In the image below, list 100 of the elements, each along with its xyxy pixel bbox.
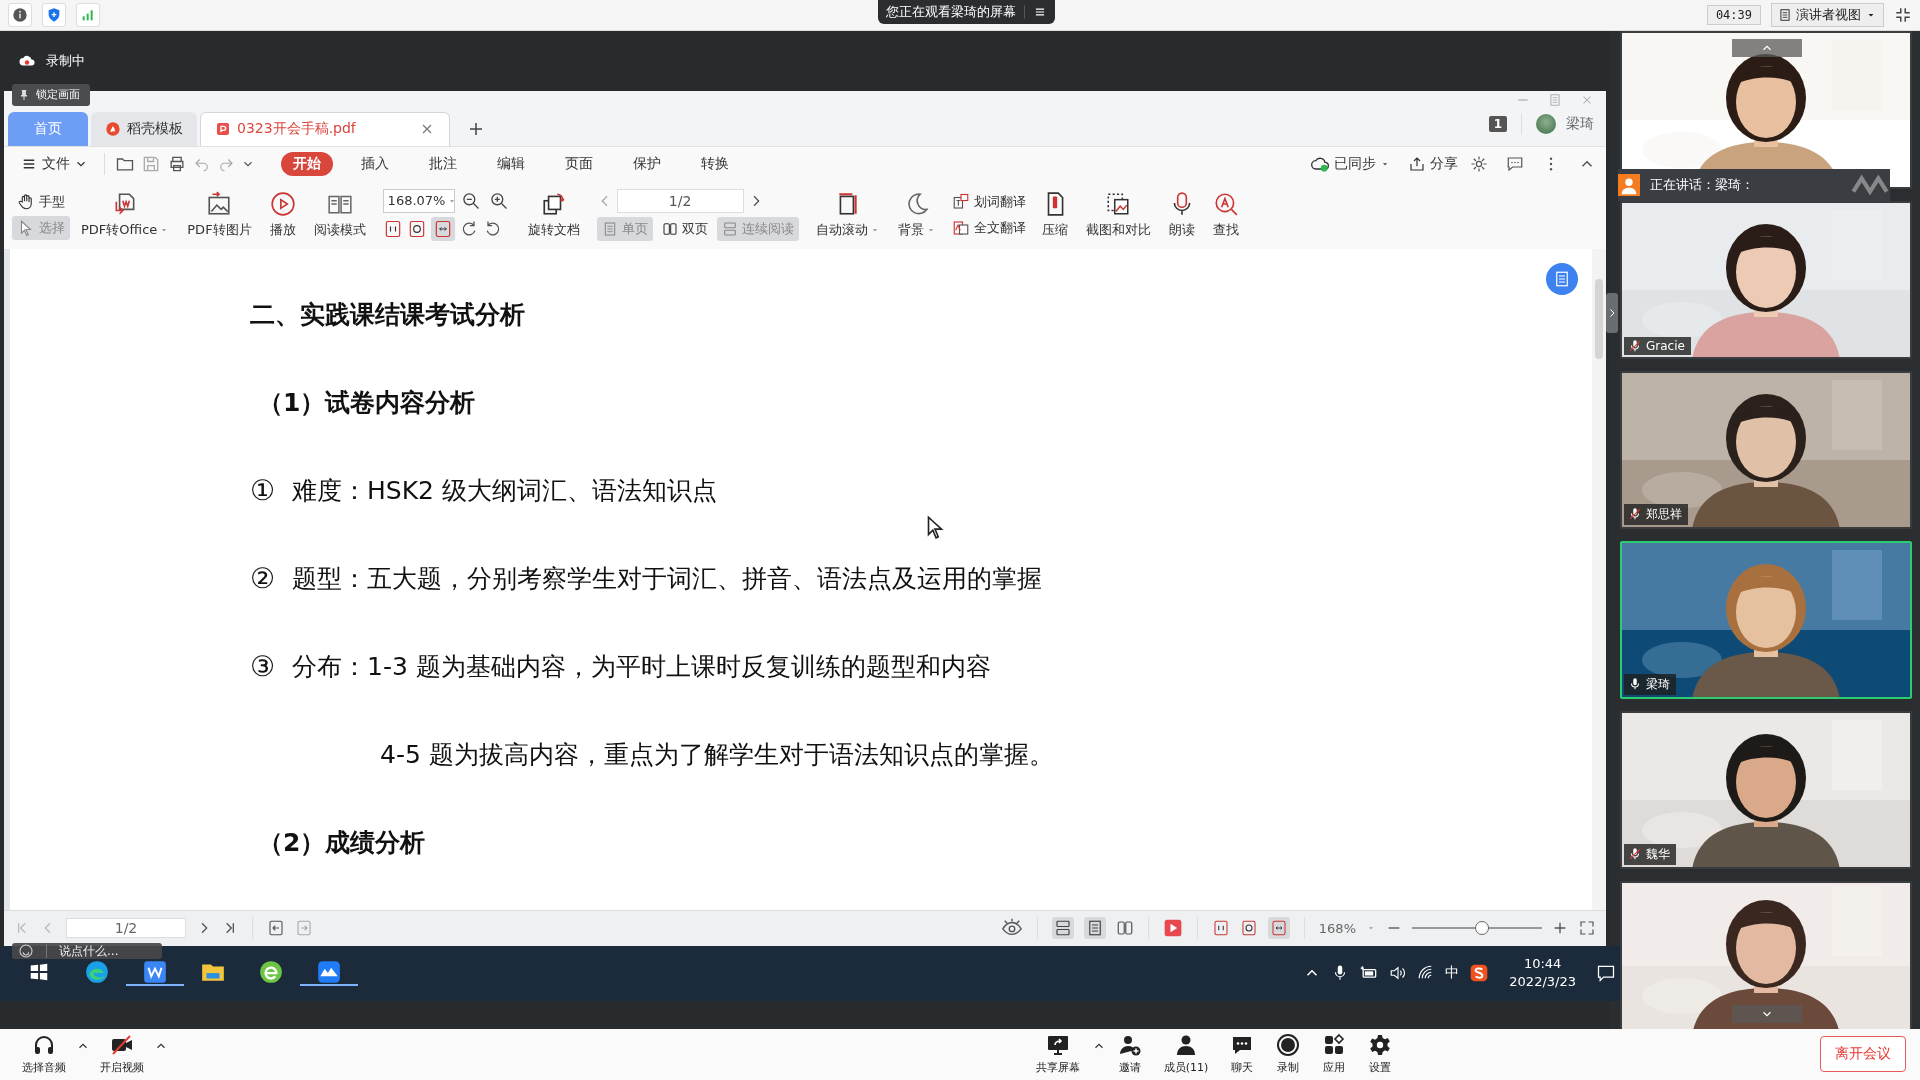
video-tile[interactable]: 魏华 (1620, 710, 1912, 869)
play-icon (269, 190, 296, 217)
page-field[interactable]: 1/2 (616, 188, 744, 213)
user-avatar[interactable] (1536, 113, 1556, 134)
meeting-control[interactable]: 聊天 (1220, 1033, 1265, 1076)
tool-button[interactable]: 手型 (12, 189, 70, 214)
participant-name: 郑思祥 (1646, 505, 1682, 523)
item-number: ③ (250, 650, 277, 683)
item-text: 题型：五大题，分别考察学生对于词汇、拼音、语法点及运用的掌握 (292, 563, 1042, 595)
back-icon[interactable] (267, 919, 285, 938)
item-text: 分布：1-3 题为基础内容，为平时上课时反复训练的题型和内容 (292, 651, 991, 683)
rotate-document-icon (540, 190, 567, 217)
info-icon[interactable] (12, 6, 28, 23)
floating-button[interactable] (1546, 262, 1578, 295)
tool-button[interactable]: 播放 (262, 188, 303, 241)
view-mode-dropdown[interactable]: 演讲者视图 (1771, 2, 1884, 27)
sync-button[interactable]: 已同步 (1304, 153, 1396, 174)
members-icon (1174, 1033, 1198, 1058)
ribbon-tab[interactable]: 编辑 (485, 151, 537, 176)
user-name[interactable]: 梁琦 (1566, 114, 1594, 133)
pdf-to-image-icon (206, 190, 233, 217)
tool-button[interactable]: 朗读 (1161, 188, 1202, 241)
tool-button[interactable]: PDF转Office (74, 188, 177, 241)
layout-icon (1778, 7, 1792, 22)
leave-meeting-button[interactable]: 离开会议 (1820, 1036, 1906, 1073)
tool-button[interactable]: 查找 (1205, 188, 1246, 241)
tool-button[interactable]: 旋转文档 (520, 188, 587, 241)
tool-button[interactable]: 自动滚动 (808, 188, 887, 241)
continuous-icon[interactable] (1053, 919, 1072, 938)
full-translate-icon (951, 218, 970, 237)
shield-icon[interactable] (46, 6, 62, 23)
view-mode-button[interactable]: 双页 (656, 216, 713, 241)
ribbon-tab[interactable]: 保护 (621, 151, 673, 176)
tool-button[interactable]: 阅读模式 (306, 188, 373, 241)
ribbon-tab[interactable]: 开始 (281, 151, 333, 176)
tool-button[interactable]: 划词翻译 (946, 189, 1031, 214)
section-heading: 二、实践课结课考试分析 (250, 299, 525, 331)
person-icon (1618, 173, 1640, 196)
notification-icon[interactable] (1596, 963, 1616, 984)
tool-button[interactable]: 截图和对比 (1078, 188, 1158, 241)
item-number: ② (250, 562, 277, 595)
tool-button[interactable]: 压缩 (1034, 188, 1075, 241)
settings-icon (1368, 1033, 1393, 1058)
fullscreen-icon[interactable] (1578, 919, 1596, 938)
meeting-control[interactable]: 录制 (1266, 1033, 1311, 1076)
speaking-text: 正在讲话：梁琦： (1650, 175, 1754, 194)
viewing-notice: 您正在观看梁琦的屏幕 (886, 3, 1016, 21)
video-tile[interactable]: Gracie (1620, 200, 1912, 359)
document-icon (1553, 269, 1571, 288)
comment-icon[interactable] (1506, 154, 1524, 173)
ribbon-tab[interactable]: 页面 (553, 151, 605, 176)
input-method[interactable]: 中 (1445, 964, 1460, 983)
page-field[interactable]: 1/2 (66, 918, 186, 939)
ribbon-tab[interactable]: 批注 (417, 151, 469, 176)
input-method-icon[interactable] (1469, 963, 1490, 984)
flame-icon (105, 120, 121, 137)
video-tile[interactable]: 郑思祥 (1620, 370, 1912, 529)
settings-icon[interactable] (1470, 154, 1488, 173)
zoom-level[interactable]: 168% (1318, 920, 1356, 936)
tool-button[interactable]: 全文翻译 (946, 215, 1031, 240)
meeting-control[interactable]: 邀请 (1107, 1033, 1152, 1076)
screenshot-icon (1105, 190, 1132, 217)
tooltip-text: 锁定画面 (36, 87, 80, 103)
clock-time[interactable]: 10:44 (1523, 955, 1562, 974)
taskbar-app[interactable] (300, 960, 358, 987)
zoom-field[interactable]: 168.07% (382, 188, 455, 213)
fit-width-icon[interactable] (1269, 919, 1288, 938)
document-tab[interactable]: 0323开会手稿.pdf (200, 111, 450, 146)
meeting-control[interactable]: 选择音频 (14, 1033, 74, 1076)
meeting-control[interactable]: 共享屏幕 (1025, 1033, 1090, 1076)
menu-icon[interactable] (1033, 5, 1047, 19)
double-page-icon (661, 220, 678, 237)
tool-button[interactable]: PDF转图片 (180, 188, 259, 241)
actual-size-icon[interactable] (1211, 919, 1230, 938)
fit-page-icon[interactable] (1239, 919, 1258, 938)
clock-date[interactable]: 2022/3/23 (1509, 973, 1576, 992)
count-badge[interactable]: 1 (1488, 115, 1507, 132)
share-button[interactable]: 分享 (1402, 154, 1464, 173)
lock-screen-tooltip[interactable]: 锁定画面 (12, 83, 90, 106)
ribbon-tab[interactable]: 插入 (349, 151, 401, 176)
pin-icon (18, 88, 30, 101)
ribbon-tab[interactable]: 转换 (689, 151, 741, 176)
emoji-icon[interactable] (18, 942, 34, 959)
subsection-heading: （2）成绩分析 (258, 827, 426, 859)
scrollbar-thumb[interactable] (1595, 278, 1603, 359)
meeting-control[interactable]: 应用 (1312, 1033, 1357, 1076)
file-menu[interactable]: 文件 (14, 154, 94, 173)
play-icon[interactable] (1162, 918, 1183, 939)
document-tab[interactable]: 稻壳模板 (91, 111, 197, 146)
side-panel-handle[interactable] (1606, 292, 1618, 333)
double-page-icon[interactable] (1115, 919, 1134, 938)
tool-button[interactable]: 背景 (890, 188, 943, 241)
meeting-control[interactable]: 设置 (1358, 1033, 1403, 1076)
meeting-control[interactable]: 开启视频 (92, 1033, 152, 1076)
exit-fullscreen-icon[interactable] (1894, 5, 1912, 24)
taskbar-app[interactable] (126, 960, 184, 987)
video-tile[interactable]: 梁琦 (1620, 540, 1912, 699)
meeting-control[interactable]: 成员(11) (1153, 1033, 1219, 1076)
participant-name: Gracie (1646, 338, 1685, 353)
slider-thumb[interactable] (1475, 921, 1490, 936)
